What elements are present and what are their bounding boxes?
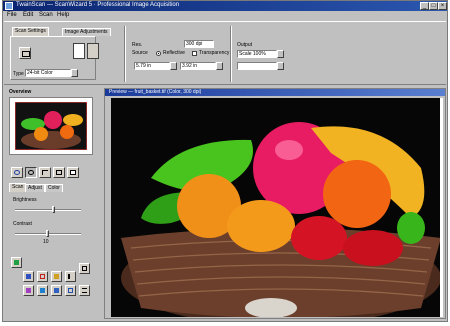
- output-select[interactable]: Scale 100%: [237, 50, 277, 58]
- zoom-icon[interactable]: [25, 167, 37, 178]
- slider-knob[interactable]: [52, 206, 55, 213]
- scan-settings-panel: Scan Settings Image Adjustments Type 24-…: [4, 21, 446, 85]
- thumbnail-frame: [9, 97, 93, 155]
- overview-label: Overview: [9, 89, 32, 95]
- brightness-label: Brightness: [13, 197, 37, 203]
- contrast-slider[interactable]: [15, 230, 81, 237]
- list-icon[interactable]: [79, 285, 90, 296]
- contrast-label: Contrast: [13, 221, 32, 227]
- tab-color-mini[interactable]: Color: [45, 184, 63, 192]
- res-label: Res.: [132, 42, 143, 48]
- type-label: Type: [13, 71, 24, 77]
- contrast-value: 10: [43, 239, 49, 245]
- window-title: TwainScan — ScanWizard 5 · Professional …: [16, 2, 180, 8]
- scan-tab-page: Type 24-bit Color: [10, 36, 99, 80]
- descreen-icon[interactable]: [51, 285, 62, 296]
- title-bar[interactable]: TwainScan — ScanWizard 5 · Professional …: [3, 1, 447, 11]
- height-field[interactable]: 3.92 in: [180, 62, 216, 70]
- menu-edit[interactable]: Edit: [23, 12, 33, 18]
- thumbnail-image: [15, 102, 87, 150]
- tab-image-adjustments[interactable]: Image Adjustments: [62, 28, 111, 36]
- chevron-down-icon[interactable]: [71, 69, 78, 77]
- divider: [230, 26, 232, 82]
- full-icon[interactable]: [67, 167, 79, 178]
- page-icon[interactable]: [87, 43, 99, 59]
- tab-scan-settings[interactable]: Scan Settings: [12, 27, 49, 36]
- menu-scan[interactable]: Scan: [39, 12, 53, 18]
- left-panel: Overview Scan Adjust Color Brightness Co…: [7, 87, 99, 319]
- reflective-label: Reflective: [163, 50, 185, 56]
- balance-icon[interactable]: [51, 271, 62, 282]
- app-window: TwainScan — ScanWizard 5 · Professional …: [2, 0, 448, 322]
- auto-icon[interactable]: [11, 257, 22, 268]
- resolution-field[interactable]: 300 dpi: [184, 40, 214, 48]
- tab-adjust-mini[interactable]: Adjust: [25, 184, 45, 192]
- menu-help[interactable]: Help: [57, 12, 69, 18]
- gamma-icon[interactable]: [79, 263, 90, 274]
- brightness-slider[interactable]: [15, 206, 81, 213]
- preview-image[interactable]: [111, 98, 443, 317]
- checkbox-transparency[interactable]: [192, 51, 197, 56]
- menu-file[interactable]: File: [7, 12, 17, 18]
- sharpen-icon[interactable]: [37, 285, 48, 296]
- source-label: Source: [132, 50, 148, 56]
- close-button[interactable]: ×: [438, 2, 447, 10]
- rotate-icon[interactable]: [11, 167, 23, 178]
- levels-icon[interactable]: [23, 271, 34, 282]
- fruit-basket-image: [111, 98, 440, 317]
- tab-scan-mini[interactable]: Scan: [9, 183, 27, 192]
- pointer-icon[interactable]: [65, 271, 76, 282]
- minimize-button[interactable]: _: [420, 2, 429, 10]
- fit-icon[interactable]: [53, 167, 65, 178]
- slider-knob[interactable]: [46, 230, 49, 237]
- preview-title: Preview — fruit_basket.tif (Color, 300 d…: [105, 89, 445, 96]
- curves-icon[interactable]: [37, 271, 48, 282]
- preview-window: Preview — fruit_basket.tif (Color, 300 d…: [104, 88, 446, 319]
- overview-thumbnail[interactable]: [15, 102, 87, 150]
- divider: [124, 26, 126, 82]
- transparency-label: Transparency: [199, 50, 230, 56]
- output-label: Output: [237, 42, 253, 48]
- chevron-down-icon[interactable]: [216, 62, 223, 70]
- crop-icon[interactable]: [39, 167, 51, 178]
- app-icon: [5, 2, 13, 10]
- radio-reflective[interactable]: [156, 51, 161, 56]
- document-icon[interactable]: [73, 43, 85, 59]
- chevron-down-icon[interactable]: [277, 62, 284, 70]
- type-select[interactable]: 24-bit Color: [25, 69, 71, 77]
- scan-icon[interactable]: [19, 47, 31, 59]
- menu-bar: File Edit Scan Help: [3, 11, 447, 20]
- maximize-button[interactable]: □: [429, 2, 438, 10]
- hue-icon[interactable]: [23, 285, 34, 296]
- width-field[interactable]: 5.79 in: [134, 62, 170, 70]
- output-unit-field[interactable]: [237, 62, 277, 70]
- settings-icon[interactable]: [65, 285, 76, 296]
- chevron-down-icon[interactable]: [277, 50, 284, 58]
- chevron-down-icon[interactable]: [170, 62, 177, 70]
